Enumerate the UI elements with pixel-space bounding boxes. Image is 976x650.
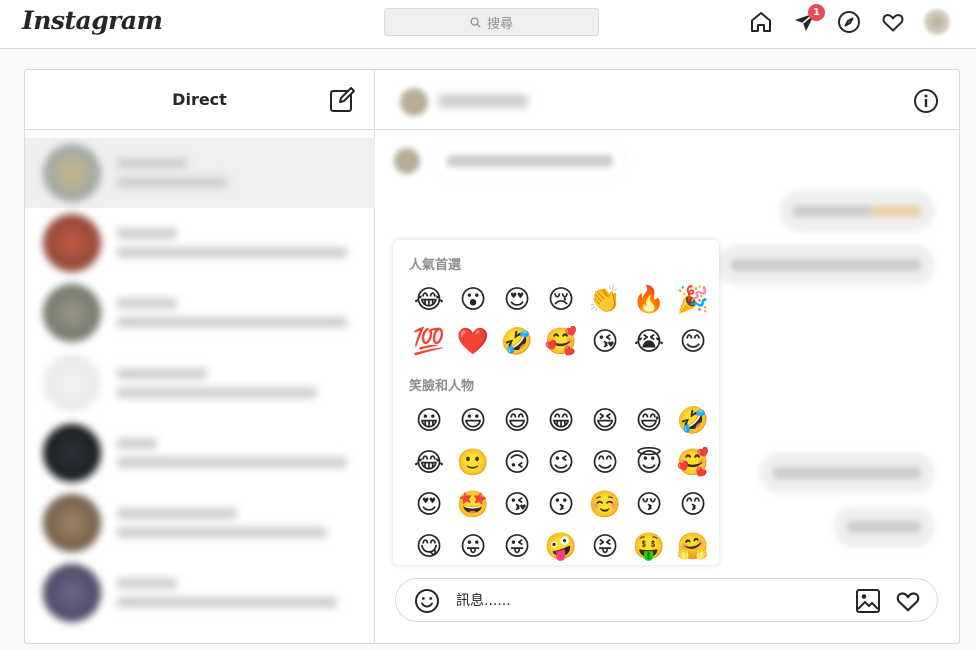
emoji-option[interactable]: 😁	[539, 400, 583, 442]
emoji-option[interactable]: 👏	[583, 279, 627, 321]
conversation-list: Direct	[25, 70, 375, 643]
inbox-title: Direct	[172, 90, 227, 109]
search-box[interactable]: 搜尋	[384, 8, 599, 36]
conversation-item[interactable]	[25, 278, 375, 348]
image-upload-icon[interactable]	[855, 588, 881, 614]
emoji-option[interactable]: 😍	[407, 484, 451, 526]
emoji-option[interactable]: 😗	[539, 484, 583, 526]
emoji-option[interactable]: 😇	[627, 442, 671, 484]
home-icon[interactable]	[748, 9, 774, 35]
compose-icon[interactable]	[328, 86, 356, 114]
emoji-option[interactable]: 🤣	[671, 400, 715, 442]
emoji-option[interactable]: 😊	[583, 442, 627, 484]
emoji-option[interactable]: 🤣	[495, 321, 539, 363]
incoming-message[interactable]	[432, 140, 626, 182]
conversation-avatar	[43, 494, 101, 552]
message-sender-avatar	[394, 148, 420, 174]
emoji-option[interactable]: 🥰	[671, 442, 715, 484]
emoji-option[interactable]: 😢	[539, 279, 583, 321]
emoji-picker: 人氣首選 😂 😮 😍 😢 👏 🔥 🎉 💯 ❤️ 🤣 🥰 😘 😭 😊 笑臉和人物 😀 😃 😄 😁 😆 😅 🤣 😂 🙂 🙃 😉 😊 😇…	[393, 240, 719, 565]
nav-icons: 1	[748, 4, 950, 35]
emoji-option[interactable]: 😚	[627, 484, 671, 526]
emoji-option[interactable]: 😘	[583, 321, 627, 363]
chat-partner-avatar[interactable]	[400, 88, 428, 116]
direct-message-icon[interactable]: 1	[792, 4, 825, 35]
emoji-option[interactable]: 😅	[627, 400, 671, 442]
emoji-option[interactable]: 🎉	[671, 279, 715, 321]
emoji-option[interactable]: 🔥	[627, 279, 671, 321]
instagram-logo[interactable]: Instagram	[22, 6, 163, 35]
chat-header	[376, 70, 959, 130]
emoji-option[interactable]: 🤗	[671, 526, 715, 565]
inbox-header: Direct	[25, 70, 374, 130]
outgoing-message[interactable]	[759, 452, 935, 494]
emoji-option[interactable]: 🙃	[495, 442, 539, 484]
emoji-option[interactable]: 😆	[583, 400, 627, 442]
explore-compass-icon[interactable]	[836, 9, 862, 35]
emoji-grid-popular: 😂 😮 😍 😢 👏 🔥 🎉 💯 ❤️ 🤣 🥰 😘 😭 😊	[407, 279, 709, 363]
emoji-option[interactable]: 😂	[407, 279, 451, 321]
profile-avatar[interactable]	[924, 9, 950, 35]
emoji-section-title: 笑臉和人物	[409, 379, 475, 394]
heart-activity-icon[interactable]	[880, 9, 906, 35]
outgoing-message[interactable]	[779, 190, 935, 232]
emoji-option[interactable]: 😛	[451, 526, 495, 565]
emoji-option[interactable]: 😘	[495, 484, 539, 526]
emoji-option[interactable]: 😀	[407, 400, 451, 442]
emoji-smile-icon[interactable]	[414, 588, 440, 614]
emoji-grid-smileys: 😀 😃 😄 😁 😆 😅 🤣 😂 🙂 🙃 😉 😊 😇 🥰 😍 🤩 😘 😗 ☺️ 😚 😙 😋 😛 😜 🤪 😝 🤑 🤗	[407, 400, 709, 565]
conversation-item[interactable]	[25, 138, 375, 208]
conversation-avatar	[43, 284, 101, 342]
emoji-option[interactable]: 🤪	[539, 526, 583, 565]
conversation-item[interactable]	[25, 348, 375, 418]
top-nav: Instagram 搜尋 1	[0, 0, 976, 49]
notification-badge: 1	[808, 4, 825, 21]
emoji-option[interactable]: 😊	[671, 321, 715, 363]
emoji-option[interactable]: 🤑	[627, 526, 671, 565]
emoji-option[interactable]: 🥰	[539, 321, 583, 363]
emoji-section-title: 人氣首選	[409, 258, 462, 273]
message-composer	[395, 578, 938, 622]
conversation-item[interactable]	[25, 418, 375, 488]
emoji-option[interactable]: 😃	[451, 400, 495, 442]
emoji-option[interactable]: 🙂	[451, 442, 495, 484]
conversation-avatar	[43, 354, 101, 412]
conversation-avatar	[43, 144, 101, 202]
conversation-item[interactable]	[25, 208, 375, 278]
search-placeholder: 搜尋	[486, 16, 513, 32]
emoji-option[interactable]: 😄	[495, 400, 539, 442]
emoji-option[interactable]: 😭	[627, 321, 671, 363]
emoji-option[interactable]: 😍	[495, 279, 539, 321]
emoji-option[interactable]: 😙	[671, 484, 715, 526]
emoji-option[interactable]: 😜	[495, 526, 539, 565]
chat-partner-name[interactable]	[438, 94, 528, 108]
conversation-avatar	[43, 564, 101, 622]
outgoing-message[interactable]	[833, 506, 935, 548]
conversation-avatar	[43, 214, 101, 272]
emoji-option[interactable]: 😉	[539, 442, 583, 484]
like-heart-icon[interactable]	[895, 588, 921, 614]
emoji-option[interactable]: 😋	[407, 526, 451, 565]
outgoing-message[interactable]	[717, 244, 935, 286]
emoji-option[interactable]: 😮	[451, 279, 495, 321]
emoji-option[interactable]: 🤩	[451, 484, 495, 526]
conversation-avatar	[43, 424, 101, 482]
emoji-option[interactable]: 💯	[407, 321, 451, 363]
message-input[interactable]	[456, 591, 836, 611]
info-icon[interactable]	[913, 88, 939, 114]
conversation-item[interactable]	[25, 488, 375, 558]
emoji-option[interactable]: ☺️	[583, 484, 627, 526]
emoji-option[interactable]: 😝	[583, 526, 627, 565]
emoji-option[interactable]: ❤️	[451, 321, 495, 363]
search-icon	[470, 16, 481, 28]
emoji-option[interactable]: 😂	[407, 442, 451, 484]
conversation-item[interactable]	[25, 558, 375, 628]
